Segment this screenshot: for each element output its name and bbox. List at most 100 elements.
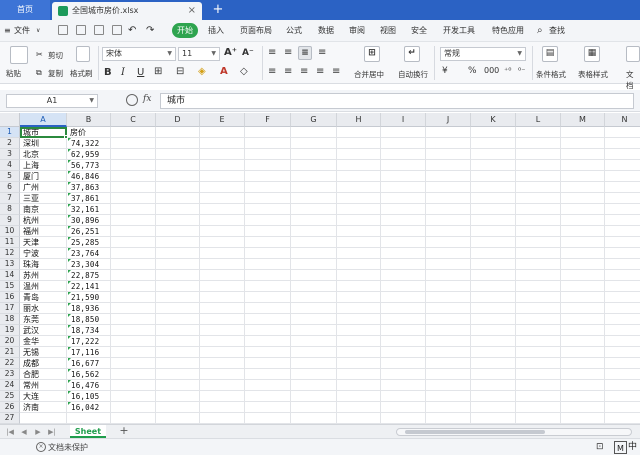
last-sheet-icon[interactable]: ▶| bbox=[46, 427, 58, 437]
horizontal-scrollbar[interactable] bbox=[396, 428, 632, 436]
row-header-3[interactable]: 3 bbox=[0, 149, 20, 160]
cell-a4[interactable]: 上海 bbox=[23, 160, 66, 171]
row-header-21[interactable]: 21 bbox=[0, 347, 20, 358]
merge-center-icon[interactable]: ⊞ bbox=[364, 46, 380, 62]
format-painter-button[interactable]: 格式刷 bbox=[70, 68, 93, 79]
keyboard-icon[interactable]: ⊡ bbox=[596, 442, 604, 452]
cut-button[interactable]: 剪切 bbox=[48, 50, 63, 61]
font-size-select[interactable]: 11 ▼ bbox=[178, 47, 220, 61]
font-family-select[interactable]: 宋体 ▼ bbox=[102, 47, 176, 61]
underline-button[interactable]: U bbox=[137, 67, 144, 78]
menu-insert[interactable]: 插入 bbox=[208, 24, 224, 38]
cell-b16[interactable]: 21,590 bbox=[68, 292, 110, 303]
cell-a23[interactable]: 合肥 bbox=[23, 369, 66, 380]
redo-icon[interactable]: ↷ bbox=[146, 24, 154, 38]
row-header-13[interactable]: 13 bbox=[0, 259, 20, 270]
cell-a20[interactable]: 金华 bbox=[23, 336, 66, 347]
row-header-6[interactable]: 6 bbox=[0, 182, 20, 193]
row-header-10[interactable]: 10 bbox=[0, 226, 20, 237]
row-header-18[interactable]: 18 bbox=[0, 314, 20, 325]
cell-a10[interactable]: 福州 bbox=[23, 226, 66, 237]
clear-format-icon[interactable]: ◇ bbox=[240, 66, 248, 77]
copy-button[interactable]: 复制 bbox=[48, 68, 63, 79]
align-middle-icon[interactable]: ≡ bbox=[284, 47, 292, 58]
row-header-20[interactable]: 20 bbox=[0, 336, 20, 347]
cell-b8[interactable]: 32,161 bbox=[68, 204, 110, 215]
menu-review[interactable]: 审阅 bbox=[349, 24, 365, 38]
ime-mode-chinese[interactable]: 中 bbox=[628, 441, 637, 454]
cell-a21[interactable]: 无锡 bbox=[23, 347, 66, 358]
menu-page-layout[interactable]: 页面布局 bbox=[240, 24, 272, 38]
percent-icon[interactable]: % bbox=[468, 66, 477, 76]
menu-developer[interactable]: 开发工具 bbox=[443, 24, 475, 38]
text-number-warning-icon[interactable] bbox=[68, 259, 71, 262]
menu-special[interactable]: 特色应用 bbox=[492, 24, 524, 38]
cell-a15[interactable]: 温州 bbox=[23, 281, 66, 292]
menu-start[interactable]: 开始 bbox=[172, 23, 198, 38]
cell-b2[interactable]: 74,322 bbox=[68, 138, 110, 149]
name-box[interactable]: A1 ▼ bbox=[6, 94, 98, 108]
format-painter-icon[interactable] bbox=[76, 46, 90, 62]
currency-icon[interactable]: ¥ bbox=[442, 66, 448, 76]
cell-a25[interactable]: 大连 bbox=[23, 391, 66, 402]
conditional-format-button[interactable]: 条件格式 bbox=[536, 69, 566, 80]
row-header-5[interactable]: 5 bbox=[0, 171, 20, 182]
hamburger-icon[interactable]: ≡ bbox=[4, 24, 11, 38]
wrap-text-icon[interactable]: ↵ bbox=[404, 46, 420, 62]
column-header-n[interactable]: N bbox=[605, 113, 640, 127]
column-header-e[interactable]: E bbox=[200, 113, 245, 127]
menu-view[interactable]: 视图 bbox=[380, 24, 396, 38]
zoom-icon[interactable] bbox=[126, 94, 138, 106]
cell-b22[interactable]: 16,677 bbox=[68, 358, 110, 369]
increase-font-icon[interactable]: A⁺ bbox=[224, 47, 237, 58]
next-sheet-icon[interactable]: ▶ bbox=[32, 427, 44, 437]
cell-b11[interactable]: 25,285 bbox=[68, 237, 110, 248]
row-header-15[interactable]: 15 bbox=[0, 281, 20, 292]
text-number-warning-icon[interactable] bbox=[68, 270, 71, 273]
column-header-f[interactable]: F bbox=[245, 113, 291, 127]
column-header-m[interactable]: M bbox=[561, 113, 605, 127]
row-header-4[interactable]: 4 bbox=[0, 160, 20, 171]
cell-b18[interactable]: 18,850 bbox=[68, 314, 110, 325]
new-tab-button[interactable]: + bbox=[210, 0, 226, 20]
align-top-icon[interactable]: ≡ bbox=[268, 47, 276, 58]
row-header-9[interactable]: 9 bbox=[0, 215, 20, 226]
cell-b17[interactable]: 18,936 bbox=[68, 303, 110, 314]
ime-mode-m[interactable]: M bbox=[614, 441, 627, 454]
column-header-a[interactable]: A bbox=[20, 113, 67, 127]
row-header-16[interactable]: 16 bbox=[0, 292, 20, 303]
text-number-warning-icon[interactable] bbox=[68, 292, 71, 295]
cell-a19[interactable]: 武汉 bbox=[23, 325, 66, 336]
text-number-warning-icon[interactable] bbox=[68, 248, 71, 251]
cell-a16[interactable]: 青岛 bbox=[23, 292, 66, 303]
print-icon[interactable] bbox=[94, 25, 104, 35]
menu-data[interactable]: 数据 bbox=[318, 24, 334, 38]
chevron-down-icon[interactable]: ∨ bbox=[36, 24, 40, 38]
text-number-warning-icon[interactable] bbox=[68, 336, 71, 339]
cell-a11[interactable]: 天津 bbox=[23, 237, 66, 248]
cell-a8[interactable]: 南京 bbox=[23, 204, 66, 215]
cell-b14[interactable]: 22,875 bbox=[68, 270, 110, 281]
cell-a3[interactable]: 北京 bbox=[23, 149, 66, 160]
text-number-warning-icon[interactable] bbox=[68, 182, 71, 185]
undo-icon[interactable]: ↶ bbox=[128, 24, 136, 38]
cell-a1[interactable]: 城市 bbox=[23, 127, 66, 138]
cell-b1[interactable]: 房价 bbox=[68, 127, 110, 138]
text-number-warning-icon[interactable] bbox=[68, 325, 71, 328]
row-header-11[interactable]: 11 bbox=[0, 237, 20, 248]
column-header-g[interactable]: G bbox=[291, 113, 337, 127]
text-number-warning-icon[interactable] bbox=[68, 237, 71, 240]
text-number-warning-icon[interactable] bbox=[68, 369, 71, 372]
number-format-select[interactable]: 常规 ▼ bbox=[440, 47, 526, 61]
border-icon[interactable]: ⊞ bbox=[154, 66, 162, 77]
row-header-24[interactable]: 24 bbox=[0, 380, 20, 391]
row-header-17[interactable]: 17 bbox=[0, 303, 20, 314]
column-header-b[interactable]: B bbox=[67, 113, 111, 127]
wrap-text-button[interactable]: 自动换行 bbox=[398, 69, 428, 80]
text-number-warning-icon[interactable] bbox=[68, 358, 71, 361]
row-header-26[interactable]: 26 bbox=[0, 402, 20, 413]
column-header-c[interactable]: C bbox=[111, 113, 156, 127]
row-header-27[interactable]: 27 bbox=[0, 413, 20, 424]
menu-search[interactable]: 查找 bbox=[549, 24, 565, 38]
cell-a26[interactable]: 济南 bbox=[23, 402, 66, 413]
